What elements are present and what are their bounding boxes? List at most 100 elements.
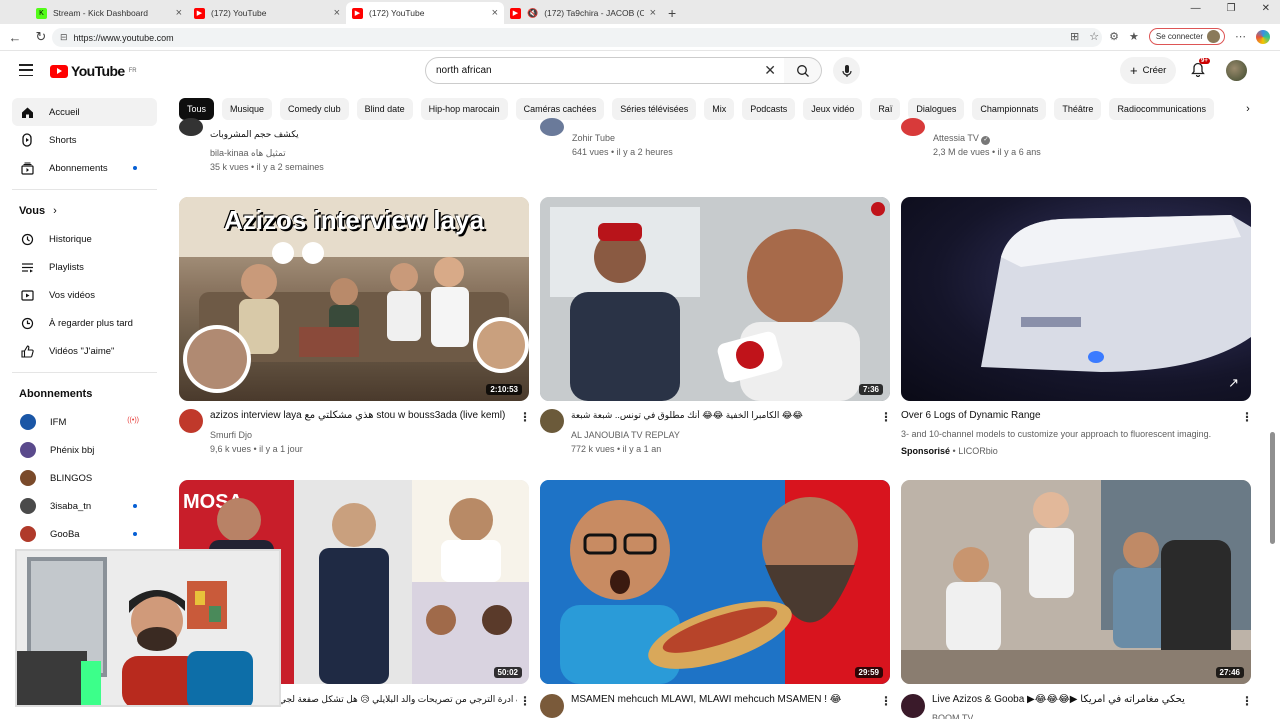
ad-title[interactable]: Over 6 Logs of Dynamic Range [901,410,1201,421]
more-actions-icon[interactable]: ⋮ [1241,694,1253,708]
site-info-icon[interactable]: ⊟ [60,32,68,43]
clear-search-icon[interactable]: ✕ [764,62,776,79]
video-thumbnail[interactable]: 27:46 [901,480,1251,684]
microphone-icon [841,64,852,77]
filter-chip[interactable]: Dialogues [908,98,965,120]
more-actions-icon[interactable]: ⋮ [880,694,892,708]
reader-view-icon[interactable]: ⊞ [1070,30,1079,43]
sidebar-item-home[interactable]: Accueil [12,98,157,126]
video-title[interactable]: MSAMEN mehcuch MLAWI, MLAWI mehcuch MSAM… [571,694,871,705]
close-tab-icon[interactable]: × [334,7,340,19]
new-tab-icon[interactable]: + [668,2,676,24]
back-icon[interactable]: ← [4,30,26,45]
filter-chip[interactable]: Musique [222,98,273,120]
copilot-icon[interactable] [1256,29,1270,44]
filter-chip[interactable]: Radiocommunications [1109,98,1214,120]
more-actions-icon[interactable]: ⋮ [1241,410,1253,424]
filter-chips: Tous Musique Comedy club Blind date Hip-hop … [179,98,1254,120]
favorites-icon[interactable]: ★ [1129,30,1139,43]
sidebar-item-your-videos[interactable]: Vos vidéos [12,281,157,309]
filter-chip[interactable]: Jeux vidéo [803,98,863,120]
reload-icon[interactable]: ↻ [30,29,52,45]
playlists-icon [20,260,34,274]
sidebar-sub-ifm[interactable]: IFM ((•)) [12,408,157,436]
video-thumbnail[interactable]: Azizos interview laya 2:10:53 [179,197,529,401]
sign-in-button[interactable]: Se connecter [1148,28,1225,45]
minimize-icon[interactable]: — [1191,3,1201,14]
sidebar-item-subscriptions[interactable]: Abonnements [12,154,157,182]
video-channel[interactable]: BOOM TV [932,713,973,719]
browser-tab-youtube-active[interactable]: ▶ (172) YouTube × [346,2,504,24]
filter-chip[interactable]: Séries télévisées [612,98,697,120]
close-tab-icon[interactable]: × [492,7,498,19]
search-button[interactable] [784,57,822,84]
sidebar-item-label: Phénix bbj [50,444,95,456]
browser-tab-youtube[interactable]: ▶ (172) YouTube × [188,2,346,24]
channel-avatar[interactable] [901,694,925,718]
filter-chip[interactable]: Comedy club [280,98,349,120]
filter-chip[interactable]: Blind date [356,98,413,120]
url-field[interactable]: ⊟ https://www.youtube.com [52,28,1102,47]
filter-chip[interactable]: Mix [704,98,735,120]
video-title[interactable]: azizos interview laya هذي مشكلتي مع stou… [210,410,510,421]
filter-chip[interactable]: Théâtre [1054,98,1102,120]
youtube-logo[interactable]: YouTube FR [50,63,137,79]
close-window-icon[interactable]: ✕ [1262,3,1270,14]
sidebar-sub-gooba[interactable]: GooBa [12,520,157,548]
filter-chip[interactable]: Caméras cachées [515,98,605,120]
video-card[interactable]: 29:59 MSAMEN mehcuch MLAWI, MLAWI mehcuc… [540,480,892,720]
more-actions-icon[interactable]: ⋮ [519,410,531,424]
favorite-star-icon[interactable]: ☆ [1089,30,1099,43]
page-scrollbar[interactable] [1270,432,1275,544]
sidebar-item-playlists[interactable]: Playlists [12,253,157,281]
sidebar-item-shorts[interactable]: Shorts [12,126,157,154]
filter-chip[interactable]: Hip-hop marocain [420,98,508,120]
notifications-button[interactable]: 9+ [1191,58,1210,82]
browser-tab-kick[interactable]: K Stream - Kick Dashboard × [30,2,188,24]
video-title[interactable]: Live Azizos & Gooba ▶😂😂😂▶ يحكي مغامراته … [932,694,1232,705]
sidebar-divider [12,189,157,190]
channel-avatar[interactable] [540,694,564,718]
filter-chip[interactable]: Podcasts [742,98,796,120]
video-thumbnail[interactable]: 7:36 [540,197,890,401]
channel-avatar[interactable] [179,409,203,433]
video-card[interactable]: Azizos interview laya 2:10:53 azizos int… [179,197,531,457]
sidebar-you-heading[interactable]: Vous › [12,197,157,225]
video-thumbnail[interactable]: 29:59 [540,480,890,684]
muted-speaker-icon[interactable]: 🔇 [527,8,538,19]
more-actions-icon[interactable]: ⋮ [519,694,531,708]
video-title[interactable]: موقف ادرة الترجي من تصريحات والد البلايل… [279,694,517,705]
menu-hamburger-icon[interactable] [19,64,33,76]
video-card[interactable]: 7:36 الكامبرا الخفية 😂😂 أنك مطلوق في تون… [540,197,892,457]
maximize-icon[interactable]: ❐ [1227,3,1236,14]
filter-chip[interactable]: Championnats [972,98,1047,120]
filter-chip[interactable]: Tous [179,98,215,120]
sidebar-item-liked-videos[interactable]: Vidéos "J'aime" [12,337,157,365]
external-link-icon[interactable]: ↗ [1228,375,1239,391]
sidebar-sub-3isaba[interactable]: 3isaba_tn [12,492,157,520]
ad-thumbnail[interactable]: ↗ [901,197,1251,401]
close-tab-icon[interactable]: × [650,7,656,19]
ad-card[interactable]: ↗ Over 6 Logs of Dynamic Range 3- and 10… [901,197,1253,457]
sidebar-sub-blingos[interactable]: BLINGOS [12,464,157,492]
browser-tab-ta9chira[interactable]: ▶ 🔇 (172) Ta9chira - JACOB (Offi × [504,2,662,24]
video-card[interactable]: 27:46 Live Azizos & Gooba ▶😂😂😂▶ يحكي مغا… [901,480,1253,720]
sidebar-item-watch-later[interactable]: À regarder plus tard [12,309,157,337]
video-channel[interactable]: Smurfi Djo [210,430,252,440]
video-title[interactable]: الكامبرا الخفية 😂😂 أنك مطلوق في تونس.. ش… [571,410,871,421]
channel-avatar[interactable] [540,409,564,433]
create-button[interactable]: + Créer [1120,57,1177,84]
sidebar-item-history[interactable]: Historique [12,225,157,253]
search-input[interactable]: north african ✕ [425,57,785,84]
video-channel[interactable]: AL JANOUBIA TV REPLAY [571,430,680,440]
extensions-icon[interactable]: ⚙ [1109,30,1119,43]
close-tab-icon[interactable]: × [176,7,182,19]
account-avatar[interactable] [1226,60,1247,81]
voice-search-button[interactable] [833,57,860,84]
more-menu-icon[interactable]: ⋯ [1235,30,1246,43]
channel-avatar [901,118,925,136]
filter-chip[interactable]: Raï [870,98,901,120]
sidebar-sub-phenix[interactable]: Phénix bbj [12,436,157,464]
more-actions-icon[interactable]: ⋮ [880,410,892,424]
chips-next-chevron-icon[interactable]: › [1240,98,1256,120]
